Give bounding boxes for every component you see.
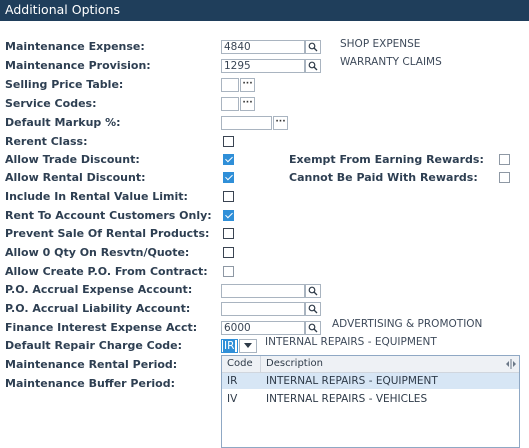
- maintenance-buffer-period-label: Maintenance Buffer Period:: [5, 377, 175, 390]
- dropdown-column-code[interactable]: Code: [227, 358, 253, 369]
- selling-price-table-label: Selling Price Table:: [5, 78, 124, 91]
- caret-down-icon: [244, 343, 252, 348]
- allow-trade-discount-label: Allow Trade Discount:: [5, 153, 140, 166]
- ellipsis-icon: ···: [242, 98, 253, 108]
- default-repair-charge-label: Default Repair Charge Code:: [5, 339, 183, 352]
- default-repair-charge-value: IR: [223, 340, 236, 353]
- po-accrual-expense-label: P.O. Accrual Expense Account:: [5, 283, 193, 296]
- finance-interest-expense-value: 6000: [224, 322, 251, 334]
- selling-price-table-input[interactable]: [221, 78, 239, 92]
- po-accrual-liability-input[interactable]: [221, 302, 305, 316]
- prevent-sale-rental-checkbox[interactable]: [223, 228, 234, 239]
- search-icon: [308, 286, 318, 296]
- finance-interest-expense-search-button[interactable]: [305, 321, 321, 335]
- default-markup-label: Default Markup %:: [5, 116, 121, 129]
- allow-zero-qty-label: Allow 0 Qty On Resvtn/Quote:: [5, 246, 190, 259]
- maintenance-rental-period-label: Maintenance Rental Period:: [5, 358, 178, 371]
- exempt-earning-rewards-label: Exempt From Earning Rewards:: [289, 153, 484, 166]
- prevent-sale-rental-label: Prevent Sale Of Rental Products:: [5, 227, 210, 240]
- po-accrual-liability-label: P.O. Accrual Liability Account:: [5, 302, 191, 315]
- dropdown-row-description: INTERNAL REPAIRS - EQUIPMENT: [266, 375, 438, 387]
- default-markup-input[interactable]: [221, 116, 272, 130]
- maintenance-expense-input[interactable]: 4840: [221, 40, 305, 54]
- section-header: Additional Options: [0, 0, 529, 21]
- default-repair-charge-input[interactable]: IR: [221, 339, 238, 353]
- service-codes-lookup-button[interactable]: ···: [240, 97, 255, 111]
- include-rental-value-limit-label: Include In Rental Value Limit:: [5, 190, 188, 203]
- repair-code-dropdown: Code Description IR INTERNAL REPAIRS - E…: [221, 355, 520, 448]
- finance-interest-expense-label: Finance Interest Expense Acct:: [5, 321, 198, 334]
- cannot-pay-rewards-label: Cannot Be Paid With Rewards:: [289, 171, 478, 184]
- dropdown-row-iv[interactable]: IV INTERNAL REPAIRS - VEHICLES: [222, 391, 519, 407]
- finance-interest-expense-input[interactable]: 6000: [221, 321, 305, 335]
- search-icon: [308, 42, 318, 52]
- rerent-class-label: Rerent Class:: [5, 135, 88, 148]
- service-codes-input[interactable]: [221, 97, 239, 111]
- maintenance-expense-label: Maintenance Expense:: [5, 40, 145, 53]
- ellipsis-icon: ···: [242, 79, 253, 89]
- selling-price-table-lookup-button[interactable]: ···: [240, 78, 255, 92]
- allow-trade-discount-checkbox[interactable]: [223, 154, 234, 165]
- maintenance-provision-input[interactable]: 1295: [221, 59, 305, 73]
- column-divider: [260, 356, 261, 372]
- dropdown-row-description: INTERNAL REPAIRS - VEHICLES: [266, 393, 428, 405]
- allow-zero-qty-checkbox[interactable]: [223, 247, 234, 258]
- po-accrual-expense-input[interactable]: [221, 284, 305, 298]
- include-rental-value-limit-checkbox[interactable]: [223, 191, 234, 202]
- rent-to-account-only-checkbox[interactable]: [223, 210, 234, 221]
- ellipsis-icon: ···: [275, 117, 286, 127]
- po-accrual-expense-search-button[interactable]: [305, 284, 321, 298]
- maintenance-provision-label: Maintenance Provision:: [5, 59, 151, 72]
- rent-to-account-only-label: Rent To Account Customers Only:: [5, 209, 212, 222]
- cannot-pay-rewards-checkbox[interactable]: [499, 172, 510, 183]
- search-icon: [308, 323, 318, 333]
- exempt-earning-rewards-checkbox[interactable]: [499, 154, 510, 165]
- default-repair-charge-description: INTERNAL REPAIRS - EQUIPMENT: [265, 336, 437, 348]
- section-title: Additional Options: [5, 2, 120, 17]
- maintenance-expense-value: 4840: [224, 41, 251, 53]
- column-resize-icon[interactable]: [506, 359, 516, 369]
- rerent-class-checkbox[interactable]: [223, 136, 234, 147]
- dropdown-row-code: IV: [227, 393, 238, 405]
- default-repair-charge-dropdown-button[interactable]: [239, 339, 257, 353]
- dropdown-row-code: IR: [227, 375, 238, 387]
- maintenance-expense-description: SHOP EXPENSE: [340, 38, 421, 50]
- allow-rental-discount-label: Allow Rental Discount:: [5, 171, 146, 184]
- po-accrual-liability-search-button[interactable]: [305, 302, 321, 316]
- search-icon: [308, 61, 318, 71]
- maintenance-provision-description: WARRANTY CLAIMS: [340, 56, 442, 68]
- service-codes-label: Service Codes:: [5, 97, 97, 110]
- finance-interest-expense-description: ADVERTISING & PROMOTION: [332, 318, 483, 330]
- dropdown-header: Code Description: [222, 356, 519, 373]
- search-icon: [308, 304, 318, 314]
- allow-create-po-checkbox[interactable]: [223, 266, 234, 277]
- dropdown-row-ir[interactable]: IR INTERNAL REPAIRS - EQUIPMENT: [222, 373, 519, 389]
- maintenance-expense-search-button[interactable]: [305, 40, 321, 54]
- allow-rental-discount-checkbox[interactable]: [223, 172, 234, 183]
- maintenance-provision-value: 1295: [224, 60, 251, 72]
- allow-create-po-label: Allow Create P.O. From Contract:: [5, 265, 208, 278]
- maintenance-provision-search-button[interactable]: [305, 59, 321, 73]
- dropdown-column-description[interactable]: Description: [266, 358, 323, 369]
- default-markup-lookup-button[interactable]: ···: [273, 116, 288, 130]
